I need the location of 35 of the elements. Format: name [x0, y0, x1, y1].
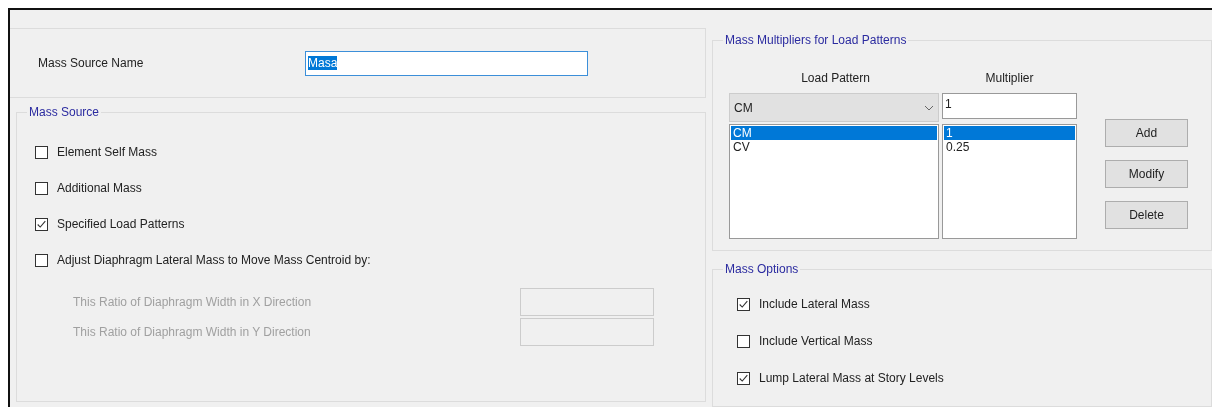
- group-title: Mass Options: [723, 262, 801, 276]
- multiplier-field[interactable]: 1: [942, 93, 1077, 119]
- checkbox[interactable]: [35, 181, 48, 195]
- checkbox-label: Include Lateral Mass: [759, 297, 870, 311]
- multiplier-list[interactable]: 1 0.25: [942, 124, 1077, 239]
- action-button[interactable]: Modify: [1105, 160, 1188, 188]
- checkbox-label: Additional Mass: [57, 181, 142, 195]
- checkbox[interactable]: [737, 334, 750, 348]
- checkbox[interactable]: [35, 145, 48, 159]
- name-field[interactable]: Masa: [305, 50, 588, 76]
- list-item[interactable]: CM: [731, 126, 937, 140]
- field-label: This Ratio of Diaphragm Width in X Direction: [73, 295, 313, 309]
- column-header: Multiplier: [984, 71, 1035, 87]
- list-item[interactable]: CV: [731, 140, 937, 154]
- group-title: Mass Multipliers for Load Patterns: [723, 33, 909, 47]
- action-button[interactable]: Add: [1105, 119, 1188, 147]
- list-item[interactable]: 1: [944, 126, 1075, 140]
- list-item[interactable]: 0.25: [944, 140, 1075, 154]
- action-button[interactable]: Delete: [1105, 201, 1188, 229]
- checkbox[interactable]: [737, 371, 750, 385]
- checkbox-label: Include Vertical Mass: [759, 334, 873, 348]
- field-label: This Ratio of Diaphragm Width in Y Direction: [73, 325, 312, 339]
- load-pattern-list[interactable]: CM CV: [729, 124, 939, 239]
- checkbox[interactable]: [737, 297, 750, 311]
- checkbox-label: Element Self Mass: [57, 145, 158, 159]
- checkbox[interactable]: [35, 253, 48, 267]
- load-pattern-dropdown[interactable]: CM: [729, 93, 939, 122]
- chevron-down-icon: [924, 104, 934, 111]
- checkbox-label: Specified Load Patterns: [57, 217, 185, 231]
- group-title: Mass Source: [27, 105, 102, 119]
- checkbox-label: Adjust Diaphragm Lateral Mass to Move Mass Centroid by:: [57, 253, 371, 267]
- checkbox-label: Lump Lateral Mass at Story Levels: [759, 371, 944, 385]
- checkbox[interactable]: [35, 217, 48, 231]
- column-header: Load Pattern: [800, 71, 871, 87]
- field-label: Mass Source Name: [38, 56, 145, 70]
